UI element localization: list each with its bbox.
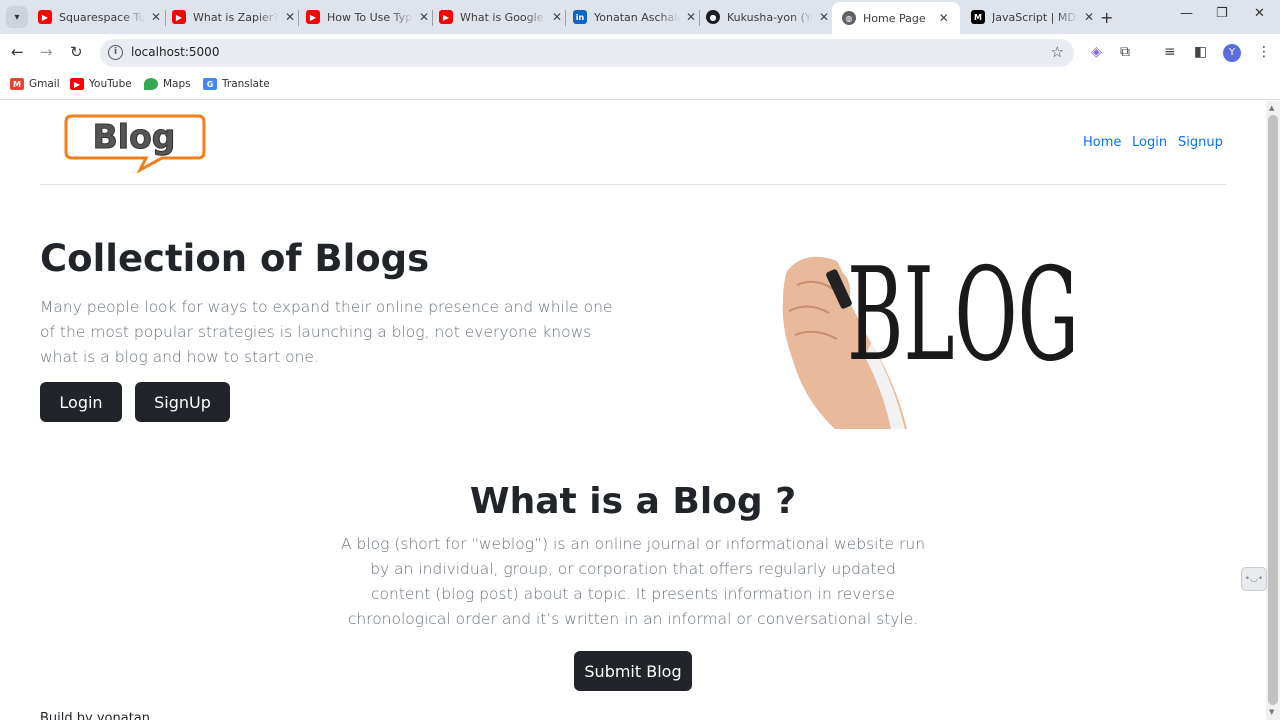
url-text[interactable]: localhost:5000 bbox=[131, 45, 219, 59]
about-description: A blog (short for “weblog”) is an online… bbox=[340, 535, 926, 628]
new-tab-button[interactable]: + bbox=[1100, 8, 1113, 27]
header-divider bbox=[40, 184, 1226, 185]
browser-tab[interactable]: ● Kukusha-yon (Yonatan) ✕ bbox=[706, 3, 831, 31]
puzzle-icon[interactable]: ⧉ bbox=[1120, 44, 1130, 60]
tab-title: Home Page bbox=[863, 11, 926, 25]
bookmark-youtube[interactable]: ▶ YouTube bbox=[70, 78, 132, 90]
translate-icon: G bbox=[203, 78, 217, 90]
nav-home-link[interactable]: Home bbox=[1083, 135, 1121, 150]
maps-icon bbox=[144, 78, 158, 90]
tab-title: Yonatan Aschalew bbox=[594, 10, 680, 24]
minimize-button[interactable]: — bbox=[1180, 6, 1193, 21]
logo-speech-bubble: Blog bbox=[64, 114, 206, 174]
bookmark-maps[interactable]: Maps bbox=[144, 78, 191, 90]
nav-signup-link[interactable]: Signup bbox=[1178, 135, 1223, 150]
gmail-icon: M bbox=[10, 78, 24, 90]
reload-icon[interactable]: ↻ bbox=[70, 43, 83, 61]
youtube-icon: ▶ bbox=[439, 10, 453, 24]
youtube-icon: ▶ bbox=[306, 10, 320, 24]
close-window-button[interactable]: ✕ bbox=[1254, 6, 1265, 21]
tab-title: What is Zapier? bbox=[193, 10, 279, 24]
site-info-icon[interactable]: i bbox=[108, 45, 123, 60]
scroll-up-arrow-icon[interactable]: ▲ bbox=[1269, 104, 1274, 112]
hero-title: Collection of Blogs bbox=[40, 237, 430, 280]
tab-title: How To Use Typeform bbox=[327, 10, 413, 24]
scroll-down-arrow-icon[interactable]: ▼ bbox=[1269, 708, 1274, 716]
youtube-icon: ▶ bbox=[70, 78, 84, 90]
browser-tab[interactable]: ▶ Squarespace Tutorial ✕ bbox=[38, 3, 163, 31]
globe-icon: ◍ bbox=[842, 11, 856, 25]
back-arrow-icon[interactable]: ← bbox=[11, 43, 24, 61]
menu-kebab-icon[interactable]: ⋮ bbox=[1257, 44, 1271, 60]
close-icon[interactable]: ✕ bbox=[938, 11, 950, 25]
profile-avatar[interactable]: Y bbox=[1223, 44, 1241, 62]
youtube-icon: ▶ bbox=[172, 10, 186, 24]
floating-chat-widget-icon[interactable]: •◡• bbox=[1241, 567, 1267, 591]
tab-title: JavaScript | MDN bbox=[992, 10, 1078, 24]
side-panel-icon[interactable]: ◧ bbox=[1194, 44, 1207, 60]
browser-tab[interactable]: ▶ What is Zapier? ✕ bbox=[172, 3, 297, 31]
close-icon[interactable]: ✕ bbox=[1082, 10, 1096, 24]
tab-title: Squarespace Tutorial bbox=[59, 10, 145, 24]
youtube-icon: ▶ bbox=[38, 10, 52, 24]
mdn-icon: M bbox=[971, 10, 985, 24]
browser-tab-bar: ▾ ▶ Squarespace Tutorial ✕ ▶ What is Zap… bbox=[0, 0, 1280, 34]
bookmark-label: YouTube bbox=[89, 78, 132, 90]
bookmark-label: Gmail bbox=[29, 78, 60, 90]
bookmarks-bar: M Gmail ▶ YouTube Maps G Translate bbox=[0, 72, 1280, 100]
signup-button[interactable]: SignUp bbox=[135, 382, 230, 422]
extension-icon[interactable]: ◈ bbox=[1091, 44, 1102, 60]
login-button[interactable]: Login bbox=[40, 382, 122, 422]
close-icon[interactable]: ✕ bbox=[417, 10, 431, 24]
browser-tab[interactable]: ▶ What is Google Analytics ✕ bbox=[439, 3, 564, 31]
close-icon[interactable]: ✕ bbox=[817, 10, 831, 24]
bookmark-translate[interactable]: G Translate bbox=[203, 78, 270, 90]
footer-credit: Build by yonatan bbox=[40, 711, 150, 720]
address-bar[interactable]: i localhost:5000 ☆ bbox=[100, 39, 1074, 67]
blog-logo[interactable]: Blog bbox=[62, 112, 208, 178]
submit-blog-button[interactable]: Submit Blog bbox=[574, 651, 692, 691]
page-scrollbar[interactable]: ▲ ▼ bbox=[1266, 101, 1280, 720]
close-icon[interactable]: ✕ bbox=[550, 10, 564, 24]
browser-tab[interactable]: ▶ How To Use Typeform ✕ bbox=[306, 3, 431, 31]
browser-toolbar: ← → ↻ i localhost:5000 ☆ ◈ ⧉ ≡ ◧ Y ⋮ bbox=[0, 34, 1280, 72]
browser-tab-active[interactable]: ◍ Home Page ✕ bbox=[832, 2, 960, 34]
restore-button[interactable]: ❐ bbox=[1216, 6, 1228, 21]
linkedin-icon: in bbox=[573, 10, 587, 24]
bookmark-label: Translate bbox=[222, 78, 270, 90]
tab-title: Kukusha-yon (Yonatan) bbox=[727, 10, 813, 24]
forward-arrow-icon[interactable]: → bbox=[40, 43, 53, 61]
github-icon: ● bbox=[706, 10, 720, 24]
about-title: What is a Blog ? bbox=[469, 481, 797, 522]
hero-description: Many people look for ways to expand thei… bbox=[40, 298, 613, 366]
close-icon[interactable]: ✕ bbox=[283, 10, 297, 24]
page-viewport: Blog Home Login Signup Collection of Blo… bbox=[0, 101, 1268, 720]
browser-tab[interactable]: M JavaScript | MDN ✕ bbox=[971, 3, 1096, 31]
blog-handwritten-text: BLOG bbox=[847, 241, 1075, 390]
blog-hand-illustration: BLOG bbox=[775, 231, 1079, 435]
media-queue-icon[interactable]: ≡ bbox=[1164, 44, 1176, 60]
logo-text: Blog bbox=[93, 117, 176, 156]
tab-search-button[interactable]: ▾ bbox=[6, 6, 28, 28]
close-icon[interactable]: ✕ bbox=[684, 10, 698, 24]
tab-title: What is Google Analytics bbox=[460, 10, 546, 24]
close-icon[interactable]: ✕ bbox=[149, 10, 163, 24]
bookmark-gmail[interactable]: M Gmail bbox=[10, 78, 60, 90]
bookmark-label: Maps bbox=[163, 78, 191, 90]
browser-tab[interactable]: in Yonatan Aschalew ✕ bbox=[573, 3, 698, 31]
bookmark-star-icon[interactable]: ☆ bbox=[1051, 43, 1064, 61]
nav-login-link[interactable]: Login bbox=[1132, 135, 1167, 150]
scrollbar-thumb[interactable] bbox=[1268, 115, 1278, 705]
